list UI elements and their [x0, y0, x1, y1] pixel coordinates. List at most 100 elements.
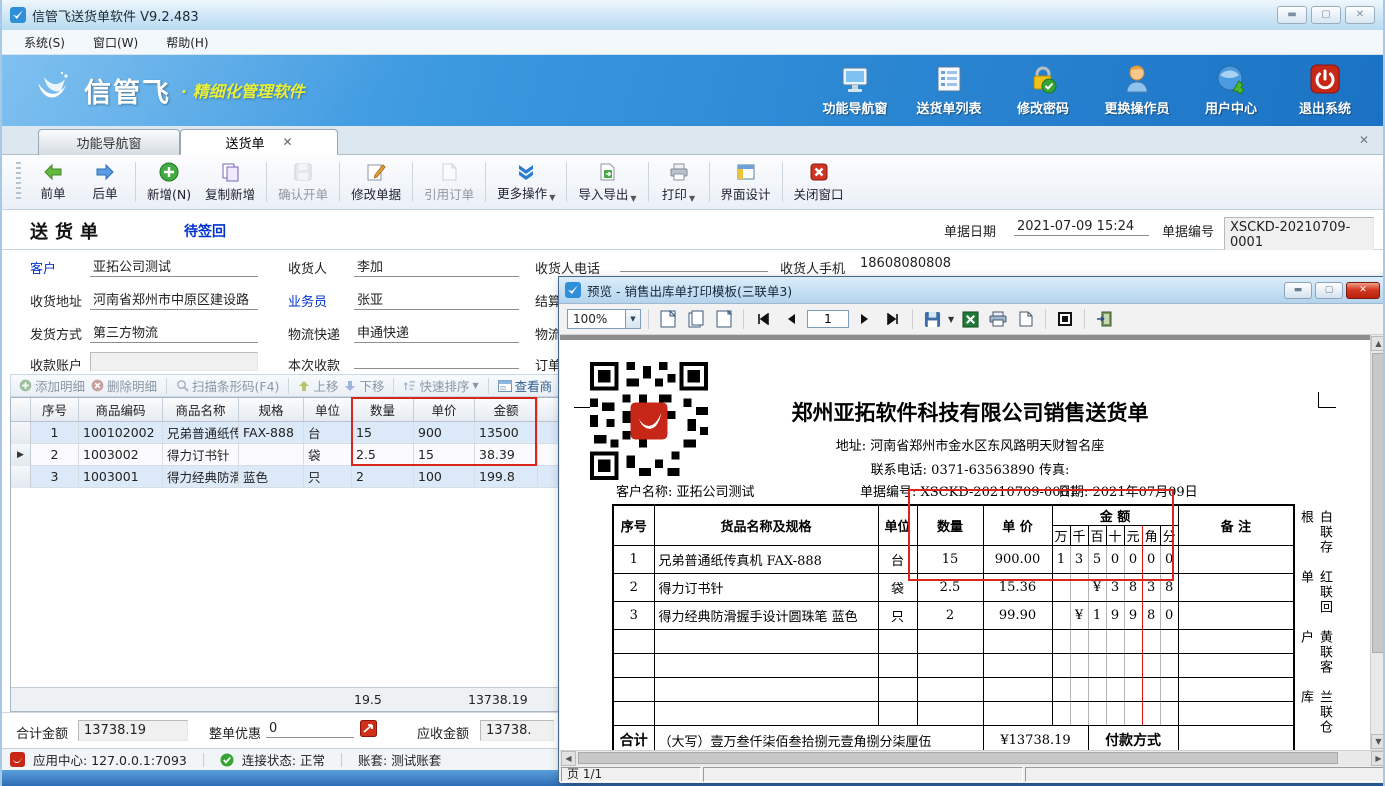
exit-system-button[interactable]: 退出系统 — [1281, 63, 1369, 117]
row-selector-header — [11, 398, 31, 421]
last-page-button[interactable] — [881, 308, 905, 330]
row-selector-current[interactable]: ▶ — [11, 444, 31, 466]
delete-detail-button[interactable]: 删除明细 — [91, 376, 157, 395]
discount-edit-icon[interactable] — [360, 720, 377, 737]
salesman-field[interactable]: 张亚 — [354, 288, 519, 310]
multi-page-button[interactable] — [684, 308, 708, 330]
col-unit[interactable]: 单位 — [304, 398, 352, 421]
save-button[interactable] — [920, 308, 944, 330]
switch-operator-button[interactable]: 更换操作员 — [1093, 63, 1181, 117]
account-field[interactable] — [90, 352, 258, 371]
change-password-button[interactable]: 修改密码 — [999, 63, 1087, 117]
table-row[interactable]: 1 100102002 兄弟普通纸传 FAX-888 台 15 900 1350… — [31, 422, 558, 444]
next-page-button[interactable] — [853, 308, 877, 330]
receiver-mobile-label: 收货人手机 — [780, 258, 845, 277]
col-seq[interactable]: 序号 — [31, 398, 79, 421]
print-button[interactable]: 打印▼ — [653, 159, 705, 206]
scroll-up-icon[interactable]: ▲ — [1371, 336, 1385, 351]
preview-minimize-button[interactable]: ▬ — [1284, 282, 1312, 299]
add-detail-button[interactable]: 添加明细 — [19, 376, 85, 395]
import-export-button[interactable]: 导入导出▼ — [571, 159, 643, 206]
payment-field[interactable] — [354, 352, 519, 369]
more-actions-button[interactable]: 更多操作▼ — [490, 160, 562, 205]
next-doc-button[interactable]: 后单 — [79, 160, 131, 205]
preview-page-area[interactable]: 郑州亚拓软件科技有限公司销售送货单 地址: 河南省郑州市金水区东风路明天财智名座… — [560, 335, 1385, 750]
express-field[interactable]: 申通快递 — [354, 321, 519, 343]
col-price[interactable]: 单价 — [414, 398, 475, 421]
doc-header: 送货单 待签回 单据日期 2021-07-09 15:24 单据编号 XSCKD… — [2, 210, 1383, 250]
preview-close-button[interactable]: ✕ — [1346, 282, 1380, 299]
single-page-button[interactable] — [656, 308, 680, 330]
preview-horizontal-scrollbar[interactable]: ◀ ▶ — [560, 750, 1385, 766]
scroll-right-icon[interactable]: ▶ — [1371, 751, 1385, 766]
app-logo-icon — [10, 7, 26, 23]
col-name[interactable]: 商品名称 — [163, 398, 239, 421]
copy-new-button[interactable]: 复制新增 — [198, 159, 262, 206]
print-button[interactable] — [986, 308, 1010, 330]
view-product-button[interactable]: 查看商 — [498, 376, 553, 395]
customer-label[interactable]: 客户 — [30, 258, 56, 277]
exit-preview-button[interactable] — [1092, 308, 1116, 330]
move-up-button[interactable]: 上移 — [298, 376, 338, 395]
move-down-button[interactable]: 下移 — [344, 376, 384, 395]
page-width-button[interactable] — [712, 308, 736, 330]
prev-page-button[interactable] — [779, 308, 803, 330]
menu-system[interactable]: 系统(S) — [12, 31, 77, 54]
col-amount[interactable]: 金额 — [475, 398, 538, 421]
row-selector[interactable] — [11, 422, 31, 444]
prev-doc-button[interactable]: 前单 — [27, 160, 79, 205]
export-excel-button[interactable] — [958, 308, 982, 330]
tab-nav-window[interactable]: 功能导航窗 — [38, 129, 180, 155]
discount-field[interactable]: 0 — [266, 720, 354, 738]
scroll-down-icon[interactable]: ▼ — [1371, 734, 1385, 749]
col-code[interactable]: 商品编码 — [79, 398, 163, 421]
page-number-input[interactable] — [807, 310, 849, 328]
minimize-button[interactable]: ▬ — [1277, 6, 1307, 24]
table-row[interactable]: 2 1003002 得力订书针 袋 2.5 15 38.39 — [31, 444, 558, 466]
tab-delivery-note[interactable]: 送货单 ✕ — [180, 129, 338, 155]
scrollbar-thumb[interactable] — [1372, 353, 1385, 653]
blank-doc-button[interactable] — [1014, 308, 1038, 330]
receiver-phone-field[interactable] — [620, 255, 768, 272]
scan-barcode-button[interactable]: 扫描条形码(F4) — [176, 376, 279, 395]
table-row[interactable]: 3 1003001 得力经典防滑 蓝色 只 2 100 199.8 — [31, 466, 558, 488]
ship-method-field[interactable]: 第三方物流 — [90, 321, 258, 343]
save-icon — [293, 162, 313, 182]
row-selector[interactable] — [11, 466, 31, 488]
confirm-button[interactable]: 确认开单 — [271, 159, 335, 206]
customer-field[interactable]: 亚拓公司测试 — [90, 255, 258, 277]
new-button[interactable]: 新增(N) — [140, 159, 198, 206]
tab-close-icon[interactable]: ✕ — [282, 135, 292, 149]
close-button[interactable]: ✕ — [1345, 6, 1375, 24]
receiver-field[interactable]: 李加 — [354, 255, 519, 277]
maximize-button[interactable]: ▢ — [1311, 6, 1341, 24]
tabstrip-close-icon[interactable]: ✕ — [1359, 133, 1369, 147]
edit-doc-button[interactable]: 修改单据 — [344, 159, 408, 206]
col-qty[interactable]: 数量 — [352, 398, 414, 421]
quick-sort-button[interactable]: 快速排序 ▼ — [403, 376, 478, 395]
address-field[interactable]: 河南省郑州市中原区建设路 — [90, 288, 258, 310]
salesman-label[interactable]: 业务员 — [288, 291, 327, 310]
preview-maximize-button[interactable]: ▢ — [1315, 282, 1343, 299]
preview-vertical-scrollbar[interactable]: ▲ ▼ — [1370, 335, 1385, 750]
close-window-button[interactable]: 关闭窗口 — [787, 159, 851, 206]
ref-order-button[interactable]: 引用订单 — [417, 159, 481, 206]
ui-design-button[interactable]: 界面设计 — [714, 159, 778, 206]
zoom-select[interactable]: 100%▼ — [567, 309, 641, 329]
user-center-button[interactable]: 用户中心 — [1187, 63, 1275, 117]
dropdown-caret-icon[interactable]: ▼ — [948, 315, 954, 324]
col-spec[interactable]: 规格 — [239, 398, 304, 421]
doc-type-title: 送货单 — [30, 218, 105, 244]
scroll-left-icon[interactable]: ◀ — [561, 751, 576, 766]
menu-help[interactable]: 帮助(H) — [154, 31, 220, 54]
menu-bar: 系统(S) 窗口(W) 帮助(H) — [2, 30, 1383, 55]
chevron-down-icon: ▼ — [625, 310, 640, 328]
receiver-mobile-field[interactable]: 18608080808 — [857, 255, 997, 273]
nav-window-button[interactable]: 功能导航窗 — [811, 63, 899, 117]
delivery-list-button[interactable]: 送货单列表 — [905, 63, 993, 117]
menu-window[interactable]: 窗口(W) — [81, 31, 150, 54]
first-page-button[interactable] — [751, 308, 775, 330]
scrollbar-thumb[interactable] — [578, 752, 1338, 764]
doc-date-field[interactable]: 2021-07-09 15:24 — [1014, 218, 1149, 236]
stop-button[interactable] — [1053, 308, 1077, 330]
